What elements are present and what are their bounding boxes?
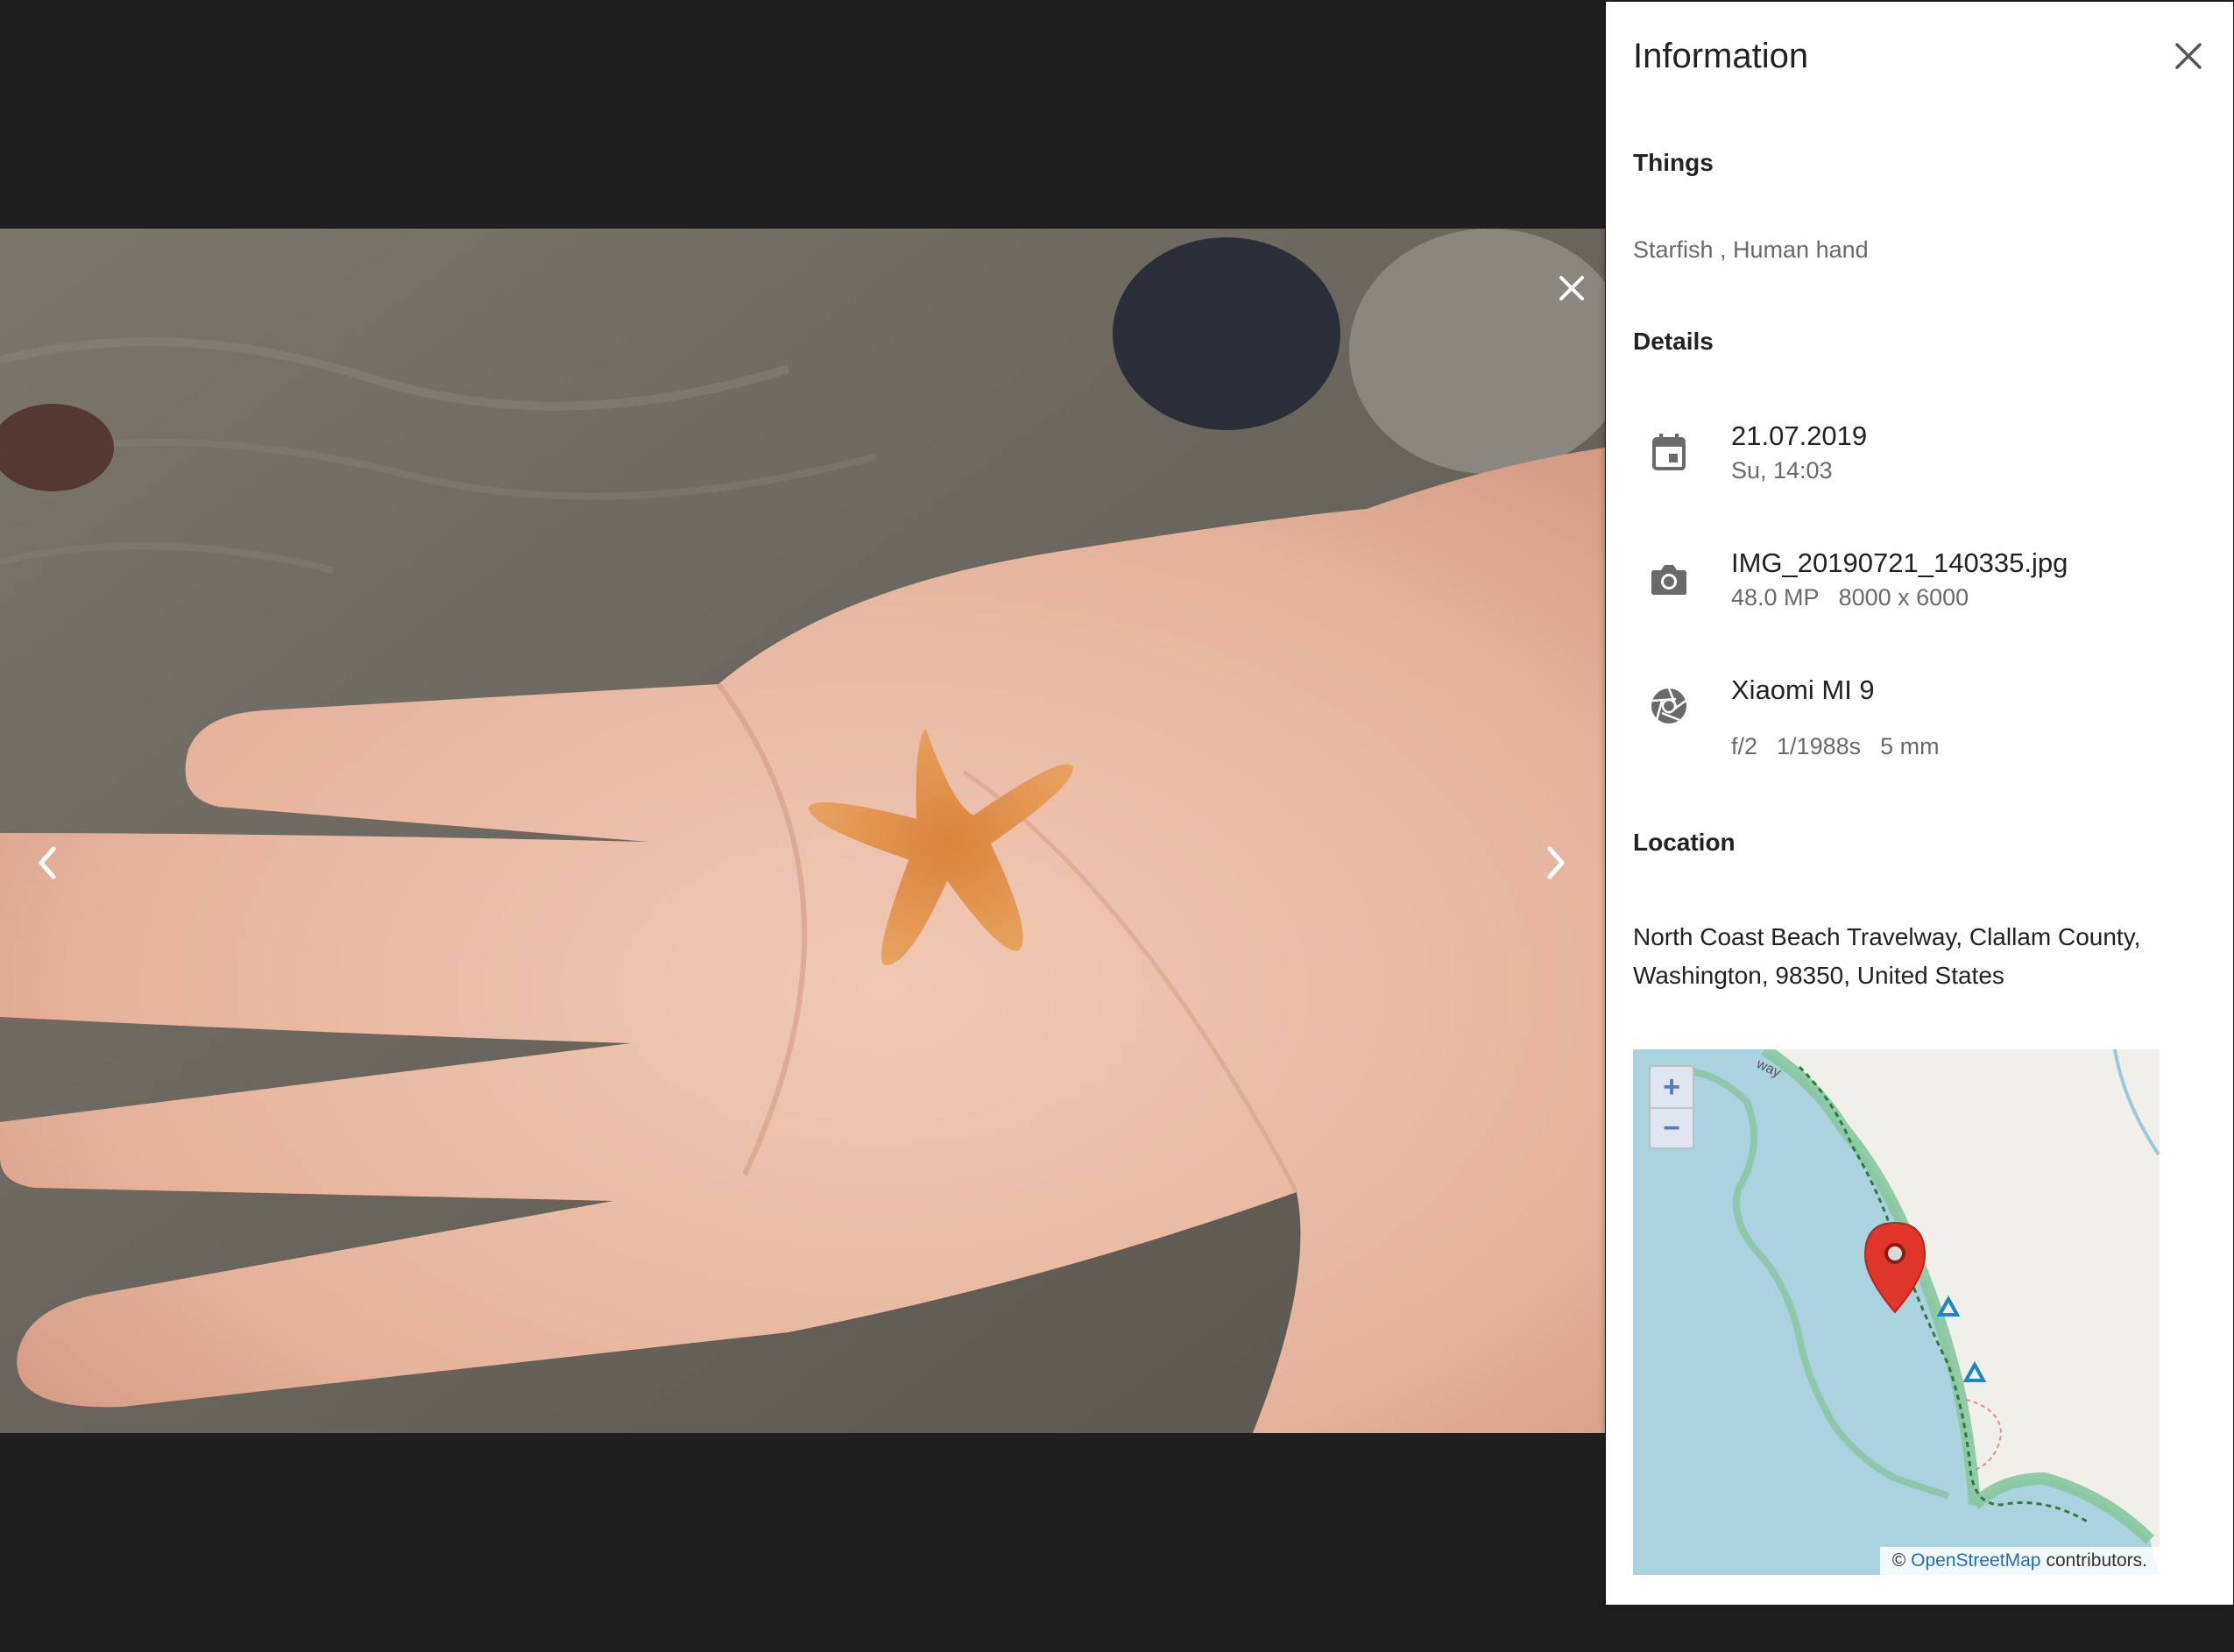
- close-icon: [1559, 276, 1584, 300]
- focal-length-value: 5 mm: [1880, 733, 1940, 759]
- photo: [0, 229, 1605, 1433]
- information-panel: Information Things Starfish , Human hand…: [1606, 2, 2233, 1605]
- photo-viewer: [0, 0, 1605, 1652]
- aperture-icon: [1648, 685, 1690, 727]
- address-line-2: Washington, 98350, United States: [1633, 962, 2004, 989]
- megapixels: 48.0 MP: [1731, 584, 1820, 611]
- previous-photo-button[interactable]: [21, 837, 74, 889]
- zoom-in-button[interactable]: +: [1651, 1067, 1693, 1107]
- openstreetmap-link[interactable]: OpenStreetMap: [1911, 1550, 2040, 1571]
- location-address: North Coast Beach Travelway, Clallam Cou…: [1633, 918, 2194, 995]
- camera-model: Xiaomi MI 9: [1731, 674, 1875, 705]
- map-zoom-control: + −: [1649, 1065, 1694, 1149]
- zoom-out-button[interactable]: −: [1651, 1107, 1693, 1147]
- next-photo-button[interactable]: [1530, 837, 1582, 889]
- file-name: IMG_20190721_140335.jpg: [1731, 547, 2068, 578]
- date-value: 21.07.2019: [1731, 420, 1868, 451]
- aperture-value: f/2: [1731, 733, 1758, 759]
- map-attribution: © OpenStreetMap contributors.: [1879, 1547, 2160, 1575]
- panel-close-button[interactable]: [2167, 35, 2209, 77]
- details-heading: Details: [1633, 328, 1714, 355]
- exposure-value: 1/1988s: [1777, 733, 1862, 759]
- resolution: 8000 x 6000: [1838, 584, 1969, 611]
- date-time: Su, 14:03: [1731, 457, 1833, 484]
- attribution-suffix: contributors.: [2046, 1550, 2147, 1571]
- things-heading: Things: [1633, 149, 1714, 176]
- location-map[interactable]: way + − © OpenStreetMap contributors.: [1633, 1049, 2160, 1575]
- location-heading: Location: [1633, 829, 1736, 856]
- camera-icon: [1648, 558, 1690, 600]
- file-info: 48.0 MP 8000 x 6000: [1731, 584, 1988, 611]
- chevron-left-icon: [39, 846, 56, 879]
- viewer-close-button[interactable]: [1551, 267, 1593, 309]
- close-icon: [2175, 43, 2202, 69]
- things-value: Starfish , Human hand: [1633, 237, 1869, 263]
- attribution-prefix: ©: [1891, 1550, 1906, 1571]
- panel-title: Information: [1633, 37, 1809, 75]
- camera-settings: f/2 1/1988s 5 mm: [1731, 733, 1959, 760]
- chevron-right-icon: [1547, 846, 1565, 879]
- calendar-icon: [1648, 431, 1690, 473]
- address-line-1: North Coast Beach Travelway, Clallam Cou…: [1633, 923, 2141, 950]
